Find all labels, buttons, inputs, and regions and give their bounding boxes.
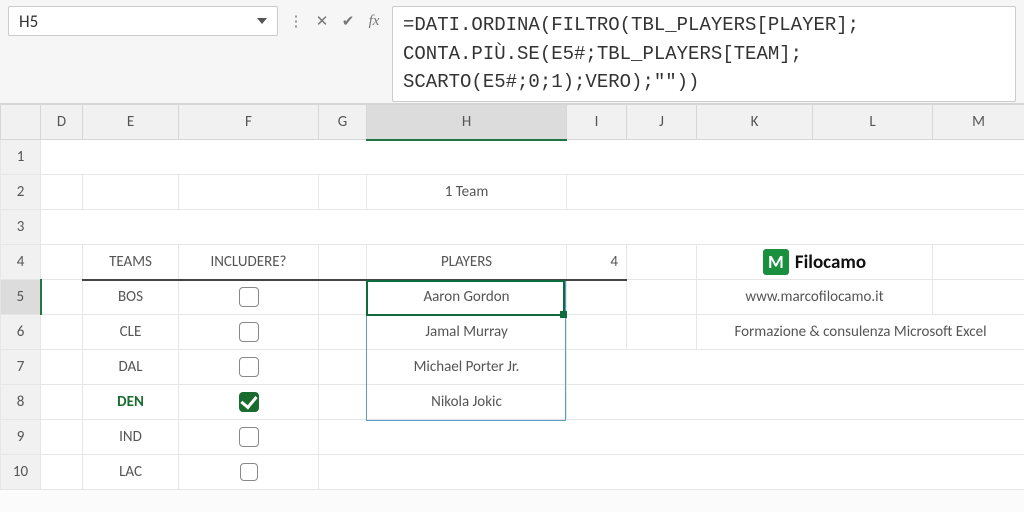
row-1[interactable]: 1 xyxy=(1,140,41,175)
checkbox-lac[interactable] xyxy=(240,463,258,481)
divider-icon: ⋮ xyxy=(286,11,306,31)
player-0[interactable]: Aaron Gordon xyxy=(367,280,567,315)
brand-m-icon: M xyxy=(763,249,789,275)
player-2[interactable]: Michael Porter Jr. xyxy=(367,350,567,385)
col-F[interactable]: F xyxy=(179,105,319,140)
brand-tagline: Formazione & consulenza Microsoft Excel xyxy=(697,315,1024,350)
col-E[interactable]: E xyxy=(83,105,179,140)
row-5[interactable]: 5 xyxy=(1,280,41,315)
team-ind[interactable]: IND xyxy=(83,420,179,455)
col-M[interactable]: M xyxy=(933,105,1024,140)
brand-logo: M Filocamo xyxy=(697,245,933,280)
teams-header[interactable]: TEAMS xyxy=(83,245,179,280)
row-10[interactable]: 10 xyxy=(1,455,41,490)
col-J[interactable]: J xyxy=(627,105,697,140)
checkbox-dal[interactable] xyxy=(239,357,259,377)
team-den[interactable]: DEN xyxy=(83,385,179,420)
col-I[interactable]: I xyxy=(567,105,627,140)
row-3[interactable]: 3 xyxy=(1,210,41,245)
formula-bar: H5 ⋮ ✕ ✔ fx =DATI.ORDINA(FILTRO(TBL_PLAY… xyxy=(0,0,1024,104)
worksheet-grid[interactable]: D E F G H I J K L M 1 2 1 Team 3 4 TEAMS… xyxy=(0,104,1024,490)
team-lac[interactable]: LAC xyxy=(83,455,179,490)
col-K[interactable]: K xyxy=(697,105,813,140)
player-1[interactable]: Jamal Murray xyxy=(367,315,567,350)
confirm-icon[interactable]: ✔ xyxy=(338,11,358,31)
col-D[interactable]: D xyxy=(41,105,83,140)
formula-input[interactable]: =DATI.ORDINA(FILTRO(TBL_PLAYERS[PLAYER];… xyxy=(392,6,1016,102)
brand-url[interactable]: www.marcofilocamo.it xyxy=(697,280,933,315)
formula-buttons: ⋮ ✕ ✔ fx xyxy=(286,6,384,36)
col-L[interactable]: L xyxy=(813,105,933,140)
row-4[interactable]: 4 xyxy=(1,245,41,280)
checkbox-cle[interactable] xyxy=(239,322,259,342)
players-count[interactable]: 4 xyxy=(567,245,627,280)
name-box-value: H5 xyxy=(19,11,38,32)
col-G[interactable]: G xyxy=(319,105,367,140)
team-bos[interactable]: BOS xyxy=(83,280,179,315)
player-3[interactable]: Nikola Jokic xyxy=(367,385,567,420)
row-7[interactable]: 7 xyxy=(1,350,41,385)
chevron-down-icon[interactable] xyxy=(257,18,267,24)
name-box[interactable]: H5 xyxy=(8,6,278,36)
row-6[interactable]: 6 xyxy=(1,315,41,350)
row-9[interactable]: 9 xyxy=(1,420,41,455)
checkbox-ind[interactable] xyxy=(239,427,259,447)
team-dal[interactable]: DAL xyxy=(83,350,179,385)
row-8[interactable]: 8 xyxy=(1,385,41,420)
include-header[interactable]: INCLUDERE? xyxy=(179,245,319,280)
players-header[interactable]: PLAYERS xyxy=(367,245,567,280)
row-2[interactable]: 2 xyxy=(1,175,41,210)
col-H[interactable]: H xyxy=(367,105,567,140)
team-cle[interactable]: CLE xyxy=(83,315,179,350)
checkbox-den[interactable] xyxy=(239,392,259,412)
subtitle-cell[interactable]: 1 Team xyxy=(367,175,567,210)
fx-icon[interactable]: fx xyxy=(364,11,384,31)
column-headers: D E F G H I J K L M xyxy=(1,105,1024,140)
cancel-icon[interactable]: ✕ xyxy=(312,11,332,31)
checkbox-bos[interactable] xyxy=(239,287,259,307)
